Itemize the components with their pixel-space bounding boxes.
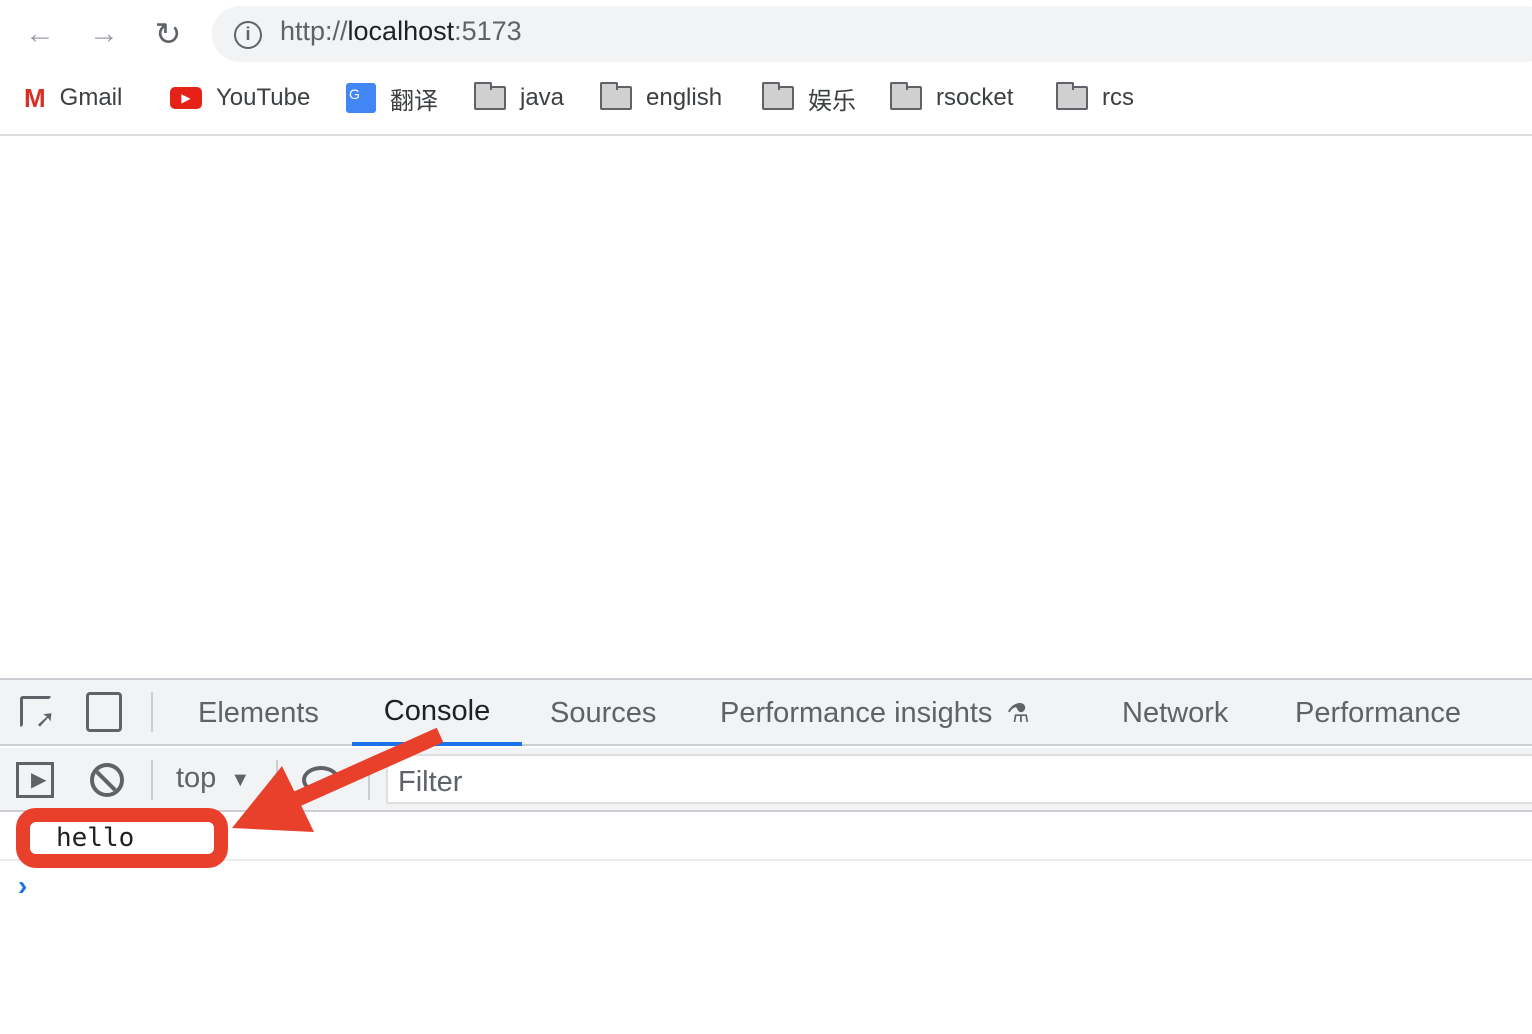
annotation-arrow [232, 727, 444, 832]
annotation-arrow-shaft [286, 727, 444, 810]
